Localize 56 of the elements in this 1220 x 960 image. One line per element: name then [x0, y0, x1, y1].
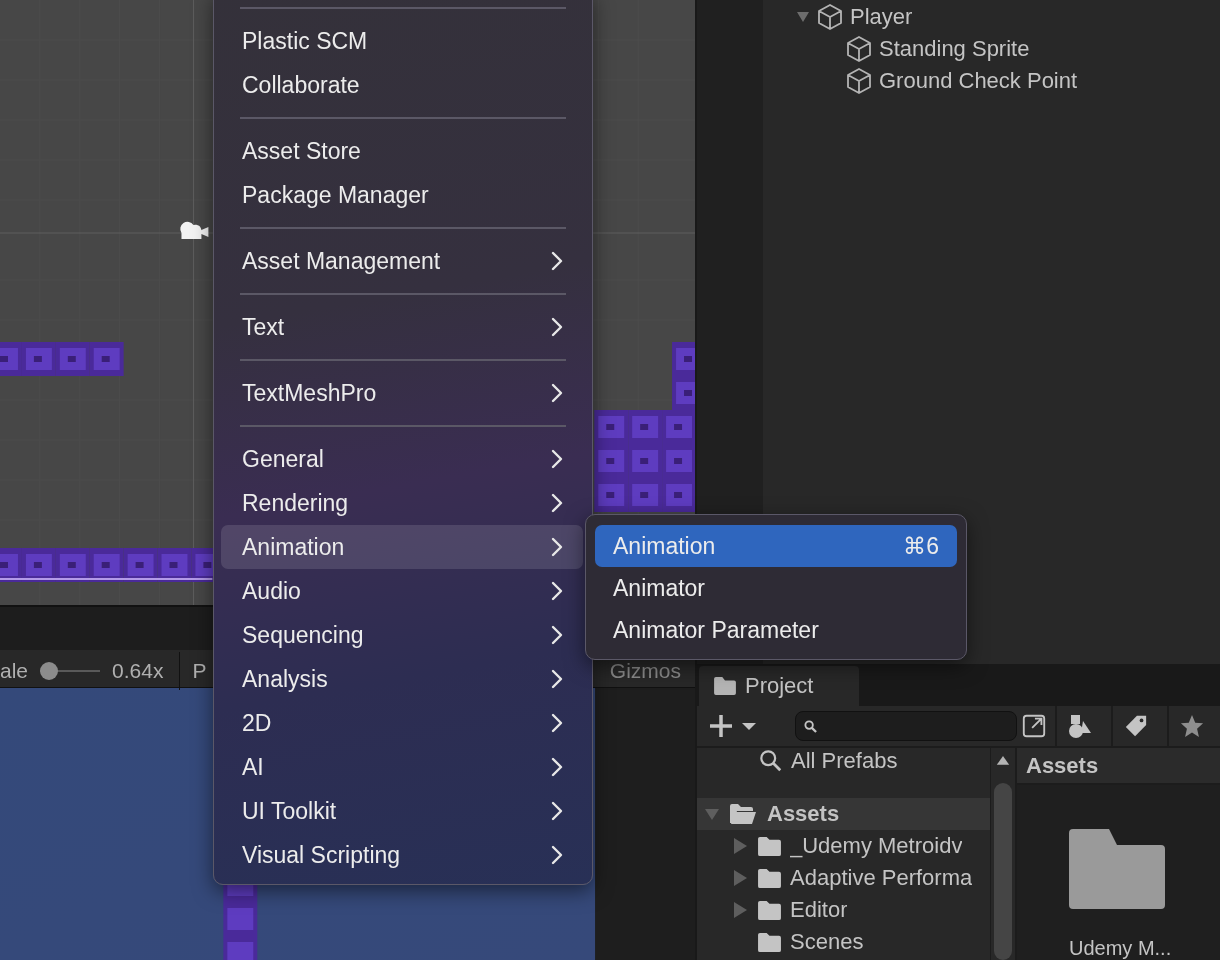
folder-tree-item[interactable]: Adaptive Performa	[697, 862, 990, 894]
scrollbar[interactable]	[990, 748, 1017, 960]
menu-item[interactable]: UI Toolkit	[221, 789, 583, 833]
folder-icon	[757, 899, 782, 921]
menu-item[interactable]: Animation	[221, 525, 583, 569]
menu-item[interactable]: Collaborate	[221, 63, 583, 107]
menu-item[interactable]: Rendering	[221, 481, 583, 525]
folder-icon[interactable]	[1069, 829, 1165, 909]
window-icon[interactable]	[1021, 713, 1047, 739]
asset-label: Udemy M...	[1069, 937, 1172, 960]
folder-tree-item[interactable]: Scenes	[697, 926, 990, 958]
menu-item[interactable]: Sequencing	[221, 613, 583, 657]
hierarchy-item[interactable]: Player	[763, 1, 1220, 33]
zoom-value: 0.64x	[112, 658, 164, 683]
folder-icon	[757, 867, 782, 889]
collapsed-triangle-icon[interactable]	[733, 902, 747, 918]
gizmos-button[interactable]: Gizmos	[609, 659, 681, 682]
search-field[interactable]	[795, 711, 1017, 741]
menu-item[interactable]: Analysis	[221, 657, 583, 701]
menu-item[interactable]: Audio	[221, 569, 583, 613]
hierarchy-item[interactable]: Standing Sprite	[763, 33, 1220, 65]
folder-tree-item[interactable]: _Udemy Metroidv	[697, 830, 990, 862]
menu-item[interactable]: Animation ⌘6	[595, 525, 957, 567]
menu-item[interactable]: TextMeshPro	[221, 371, 583, 415]
scroll-up-icon[interactable]	[996, 756, 1010, 765]
menu-item[interactable]: 2D	[221, 701, 583, 745]
menu-item[interactable]: General	[221, 437, 583, 481]
menu-item[interactable]: Package Manager	[221, 173, 583, 217]
hierarchy-item[interactable]: Ground Check Point	[763, 65, 1220, 97]
folder-icon	[713, 676, 737, 696]
folder-icon	[757, 835, 782, 857]
project-tab[interactable]: Project	[699, 666, 859, 706]
collapsed-triangle-icon[interactable]	[733, 838, 747, 854]
search-icon	[804, 719, 817, 733]
toolbar-label[interactable]: P	[192, 658, 207, 683]
menu-item[interactable]: Plastic SCM	[221, 19, 583, 63]
menu-item[interactable]: Asset Store	[221, 129, 583, 173]
saved-search-item[interactable]: All Prefabs	[697, 748, 990, 774]
folder-tree-item[interactable]: Assets	[697, 798, 990, 830]
scale-label: ale	[0, 658, 29, 683]
menu-item[interactable]: Visual Scripting	[221, 833, 583, 877]
folder-icon	[757, 931, 782, 953]
collapsed-triangle-icon[interactable]	[733, 870, 747, 886]
menu-item[interactable]: Animator Parameter	[595, 609, 957, 651]
expanded-triangle-icon[interactable]	[796, 10, 810, 24]
cube-icon	[847, 68, 871, 94]
menu-item[interactable]: Animator	[595, 567, 957, 609]
cube-icon	[818, 4, 842, 30]
menu-item[interactable]: Asset Management	[221, 239, 583, 283]
open-folder-icon	[729, 803, 757, 825]
menu-item[interactable]: Text	[221, 305, 583, 349]
search-icon	[759, 749, 783, 773]
folder-tree-item[interactable]: Editor	[697, 894, 990, 926]
menu-item[interactable]: AI	[221, 745, 583, 789]
add-dropdown-icon[interactable]	[709, 713, 759, 739]
cube-icon	[847, 36, 871, 62]
